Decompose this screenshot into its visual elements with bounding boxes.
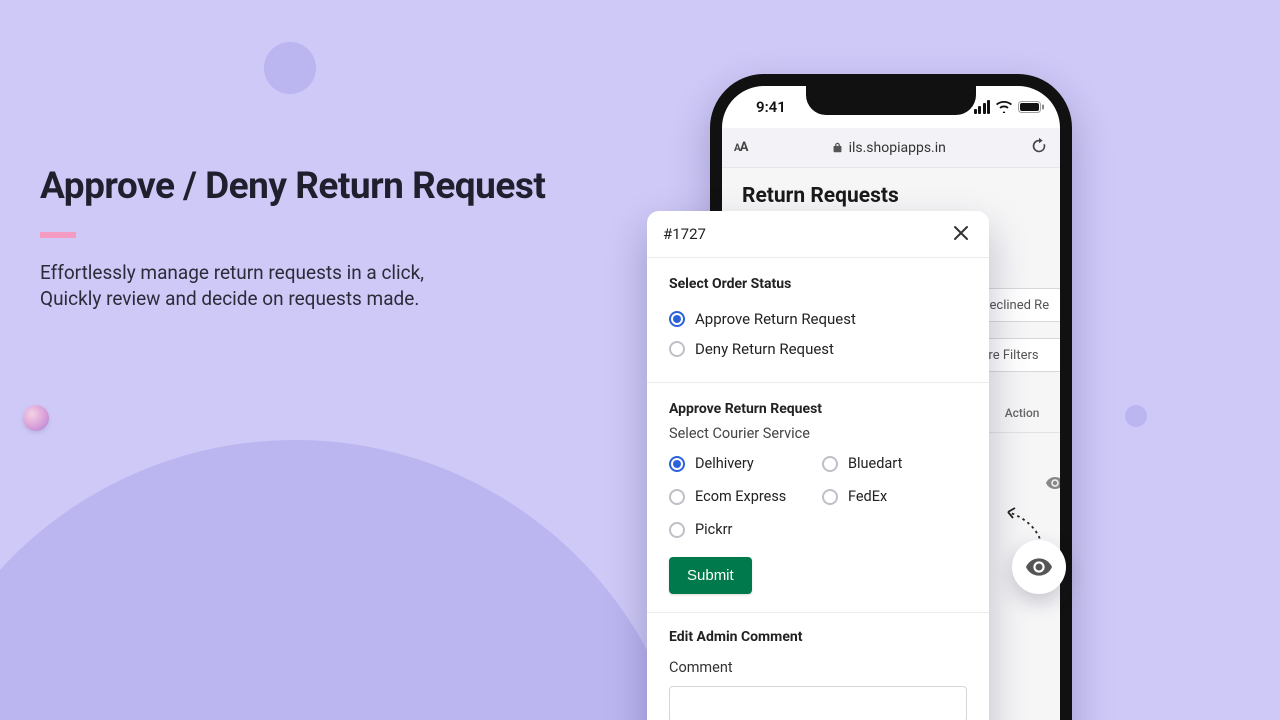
radio-label: Approve Return Request	[695, 310, 856, 328]
status-time: 9:41	[756, 98, 786, 116]
lock-icon	[832, 142, 843, 153]
eye-icon	[1026, 558, 1052, 576]
decorative-circle	[23, 405, 49, 431]
url-display[interactable]: ils.shopiapps.in	[757, 140, 1020, 156]
close-icon	[951, 223, 971, 243]
courier-section: Approve Return Request Select Courier Se…	[647, 383, 989, 612]
admin-comment-section: Edit Admin Comment Comment	[647, 613, 989, 720]
order-status-section: Select Order Status Approve Return Reque…	[647, 258, 989, 382]
comment-textarea[interactable]	[669, 686, 967, 720]
radio-courier-fedex[interactable]: FedEx	[822, 485, 967, 508]
radio-deny-return[interactable]: Deny Return Request	[669, 334, 967, 364]
subcopy-line: Effortlessly manage return requests in a…	[40, 261, 424, 284]
return-request-modal: #1727 Select Order Status Approve Return…	[647, 211, 989, 720]
decorative-circle	[264, 42, 316, 94]
decorative-circle	[1125, 405, 1147, 427]
radio-label: Bluedart	[848, 455, 902, 472]
table-col-header: Action	[1005, 406, 1040, 420]
radio-label: Ecom Express	[695, 488, 786, 505]
radio-courier-delhivery[interactable]: Delhivery	[669, 452, 814, 475]
radio-label: Deny Return Request	[695, 340, 834, 358]
reload-button[interactable]	[1030, 137, 1048, 159]
phone-notch	[806, 85, 976, 115]
close-button[interactable]	[951, 223, 973, 245]
page-title: Return Requests	[722, 168, 1060, 216]
radio-icon	[669, 456, 685, 472]
battery-icon	[1018, 101, 1044, 113]
radio-icon	[669, 489, 685, 505]
radio-label: Delhivery	[695, 455, 754, 472]
decorative-circle	[0, 440, 695, 720]
promo-stage: Approve / Deny Return Request Effortless…	[0, 0, 1280, 720]
wifi-icon	[996, 101, 1012, 113]
field-label: Comment	[669, 659, 967, 676]
cellular-icon	[974, 100, 991, 114]
radio-icon	[669, 522, 685, 538]
browser-url-bar: AA ils.shopiapps.in	[722, 128, 1060, 168]
radio-label: FedEx	[848, 488, 887, 505]
radio-courier-ecom[interactable]: Ecom Express	[669, 485, 814, 508]
marketing-column: Approve / Deny Return Request Effortless…	[40, 165, 600, 311]
url-host: ils.shopiapps.in	[849, 140, 946, 156]
radio-icon	[669, 311, 685, 327]
headline: Approve / Deny Return Request	[40, 165, 600, 208]
radio-courier-pickrr[interactable]: Pickrr	[669, 518, 814, 541]
subcopy-line: Quickly review and decide on requests ma…	[40, 287, 419, 310]
modal-order-number: #1727	[663, 225, 706, 243]
section-help: Select Courier Service	[669, 425, 967, 442]
view-action-fab[interactable]	[1012, 540, 1066, 594]
reload-icon	[1030, 137, 1048, 155]
status-indicators	[974, 100, 1045, 114]
radio-courier-bluedart[interactable]: Bluedart	[822, 452, 967, 475]
radio-icon	[822, 456, 838, 472]
row-view-icon[interactable]	[1046, 474, 1060, 493]
radio-approve-return[interactable]: Approve Return Request	[669, 304, 967, 334]
text-size-control[interactable]: AA	[734, 140, 747, 155]
subcopy: Effortlessly manage return requests in a…	[40, 260, 600, 311]
section-label: Edit Admin Comment	[669, 629, 967, 645]
section-label: Approve Return Request	[669, 401, 967, 417]
radio-icon	[669, 341, 685, 357]
section-label: Select Order Status	[669, 276, 967, 292]
radio-icon	[822, 489, 838, 505]
submit-button[interactable]: Submit	[669, 557, 752, 594]
accent-bar	[40, 232, 76, 238]
radio-label: Pickrr	[695, 521, 732, 538]
